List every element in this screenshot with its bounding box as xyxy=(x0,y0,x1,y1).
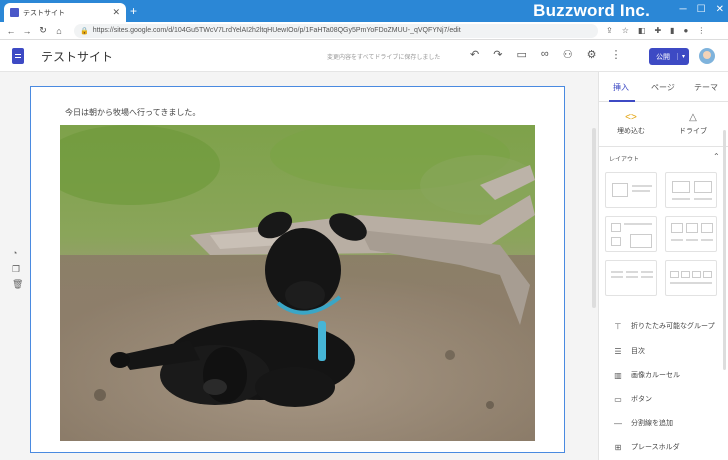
content-section[interactable]: 今日は朝から牧場へ行ってきました。 xyxy=(30,86,565,453)
close-tab-icon[interactable]: ✕ xyxy=(112,7,120,18)
insert-button[interactable]: ▭ ボタン xyxy=(611,394,652,404)
divider-icon: — xyxy=(614,418,622,428)
sidepanel-icon[interactable]: ▮ xyxy=(670,26,674,35)
tab-themes[interactable]: テーマ xyxy=(694,82,718,93)
share-icon[interactable]: ⇪ xyxy=(606,26,613,35)
insert-image-carousel[interactable]: ▥ 画像カルーセル xyxy=(611,370,680,380)
back-icon[interactable]: ← xyxy=(4,26,18,36)
carousel-icon: ▥ xyxy=(614,370,622,380)
insert-collapsible-group[interactable]: ⊤ 折りたたみ可能なグループ xyxy=(611,321,715,331)
layout-option-1[interactable] xyxy=(605,172,657,208)
tab-insert[interactable]: 挿入 xyxy=(613,82,629,93)
publish-button[interactable]: 公開 ▾ xyxy=(649,48,689,65)
lock-icon: 🔒 xyxy=(80,27,89,35)
layout-option-5[interactable] xyxy=(605,260,657,296)
lamb-photo-art xyxy=(60,125,535,441)
embed-button[interactable]: <> 埋め込む xyxy=(601,112,661,136)
minimize-icon[interactable]: ─ xyxy=(680,4,687,15)
window-controls: ─ ☐ ✕ xyxy=(680,4,724,15)
menu-icon[interactable]: ⋮ xyxy=(697,26,705,35)
drive-label: ドライブ xyxy=(679,128,707,135)
browser-window: テストサイト ✕ + Buzzword Inc. ─ ☐ ✕ ← → ↻ ⌂ 🔒… xyxy=(0,0,728,460)
caption-text[interactable]: 今日は朝から牧場へ行ってきました。 xyxy=(65,107,200,118)
address-bar[interactable]: 🔒 https://sites.google.com/d/104Gu5TWcV7… xyxy=(74,23,598,38)
star-icon[interactable]: ☆ xyxy=(622,26,629,35)
canvas-scrollbar[interactable] xyxy=(592,128,596,308)
item-label: 画像カルーセル xyxy=(631,372,680,379)
home-icon[interactable]: ⌂ xyxy=(52,26,66,36)
active-tab-indicator xyxy=(609,100,635,102)
brand-watermark: Buzzword Inc. xyxy=(533,1,650,20)
button-icon: ▭ xyxy=(614,394,622,404)
collapsible-group-icon: ⊤ xyxy=(614,321,622,331)
toolbar-icons: ⇪ ☆ ◧ ✚ ▮ ● ⋮ xyxy=(606,26,705,35)
duplicate-icon[interactable]: ❐ xyxy=(12,264,20,275)
sites-favicon-icon xyxy=(10,8,19,17)
panel-divider xyxy=(599,146,728,147)
undo-icon[interactable]: ↶ xyxy=(470,48,479,61)
panel-scrollbar[interactable] xyxy=(723,130,726,370)
address-url: https://sites.google.com/d/104Gu5TWcV7Lr… xyxy=(92,27,461,34)
tab-strip: テストサイト ✕ + Buzzword Inc. ─ ☐ ✕ xyxy=(0,0,728,22)
layout-option-4[interactable] xyxy=(665,216,717,252)
reload-icon[interactable]: ↻ xyxy=(36,25,50,36)
section-tools: ◔ ❐ 🗑 xyxy=(0,72,30,460)
close-window-icon[interactable]: ✕ xyxy=(716,4,724,15)
tab-title: テストサイト xyxy=(23,9,65,17)
preview-icon[interactable]: ▭ xyxy=(516,48,526,61)
placeholder-icon: ⊞ xyxy=(614,442,622,452)
palette-icon[interactable]: ◔ xyxy=(12,248,17,258)
item-label: プレースホルダ xyxy=(631,444,680,451)
insert-placeholder[interactable]: ⊞ プレースホルダ xyxy=(611,442,680,452)
item-label: 折りたたみ可能なグループ xyxy=(631,323,715,330)
layout-option-6[interactable] xyxy=(665,260,717,296)
layout-option-3[interactable] xyxy=(605,216,657,252)
avatar[interactable] xyxy=(699,48,715,64)
share-user-icon[interactable]: ⚇ xyxy=(563,48,573,61)
settings-icon[interactable]: ⚙ xyxy=(587,48,597,61)
layout-header[interactable]: レイアウト xyxy=(609,154,639,163)
redo-icon[interactable]: ↷ xyxy=(493,48,502,61)
item-label: 目次 xyxy=(631,348,645,355)
tab-pages[interactable]: ページ xyxy=(651,82,675,93)
browser-tab[interactable]: テストサイト ✕ xyxy=(4,3,126,22)
sites-header: テストサイト 変更内容をすべてドライブに保存しました ↶ ↷ ▭ ∞ ⚇ ⚙ ⋮… xyxy=(0,40,728,72)
more-icon[interactable]: ⋮ xyxy=(610,48,621,61)
new-tab-button[interactable]: + xyxy=(130,3,137,19)
item-label: ボタン xyxy=(631,396,652,403)
embed-icon: <> xyxy=(625,112,637,123)
delete-icon[interactable]: 🗑 xyxy=(12,279,23,290)
embed-label: 埋め込む xyxy=(617,128,645,135)
toc-icon: ☰ xyxy=(614,346,622,356)
publish-label: 公開 xyxy=(656,53,670,61)
header-actions: ↶ ↷ ▭ ∞ ⚇ ⚙ ⋮ xyxy=(470,48,621,61)
extension-icon[interactable]: ◧ xyxy=(638,26,646,35)
panel-tabs: 挿入 ページ テーマ xyxy=(599,72,728,102)
insert-panel: 挿入 ページ テーマ <> 埋め込む △ ドライブ レイアウト ⌃ ⊤ 折りたた… xyxy=(598,72,728,460)
forward-icon[interactable]: → xyxy=(20,26,34,36)
link-icon[interactable]: ∞ xyxy=(541,48,549,61)
drive-icon: △ xyxy=(689,112,697,123)
site-name[interactable]: テストサイト xyxy=(41,48,113,65)
profile-icon[interactable]: ● xyxy=(684,26,689,35)
lamb-photo[interactable] xyxy=(60,125,535,441)
chevron-up-icon[interactable]: ⌃ xyxy=(713,152,720,161)
insert-divider[interactable]: — 分割線を追加 xyxy=(611,418,673,428)
layout-option-2[interactable] xyxy=(665,172,717,208)
item-label: 分割線を追加 xyxy=(631,420,673,427)
sites-logo-icon[interactable] xyxy=(12,48,24,64)
maximize-icon[interactable]: ☐ xyxy=(697,4,706,15)
publish-dropdown-icon[interactable]: ▾ xyxy=(677,53,689,60)
browser-toolbar: ← → ↻ ⌂ 🔒 https://sites.google.com/d/104… xyxy=(0,22,728,40)
insert-toc[interactable]: ☰ 目次 xyxy=(611,346,645,356)
puzzle-icon[interactable]: ✚ xyxy=(654,26,661,35)
save-status: 変更内容をすべてドライブに保存しました xyxy=(327,55,441,61)
drive-button[interactable]: △ ドライブ xyxy=(663,112,723,136)
